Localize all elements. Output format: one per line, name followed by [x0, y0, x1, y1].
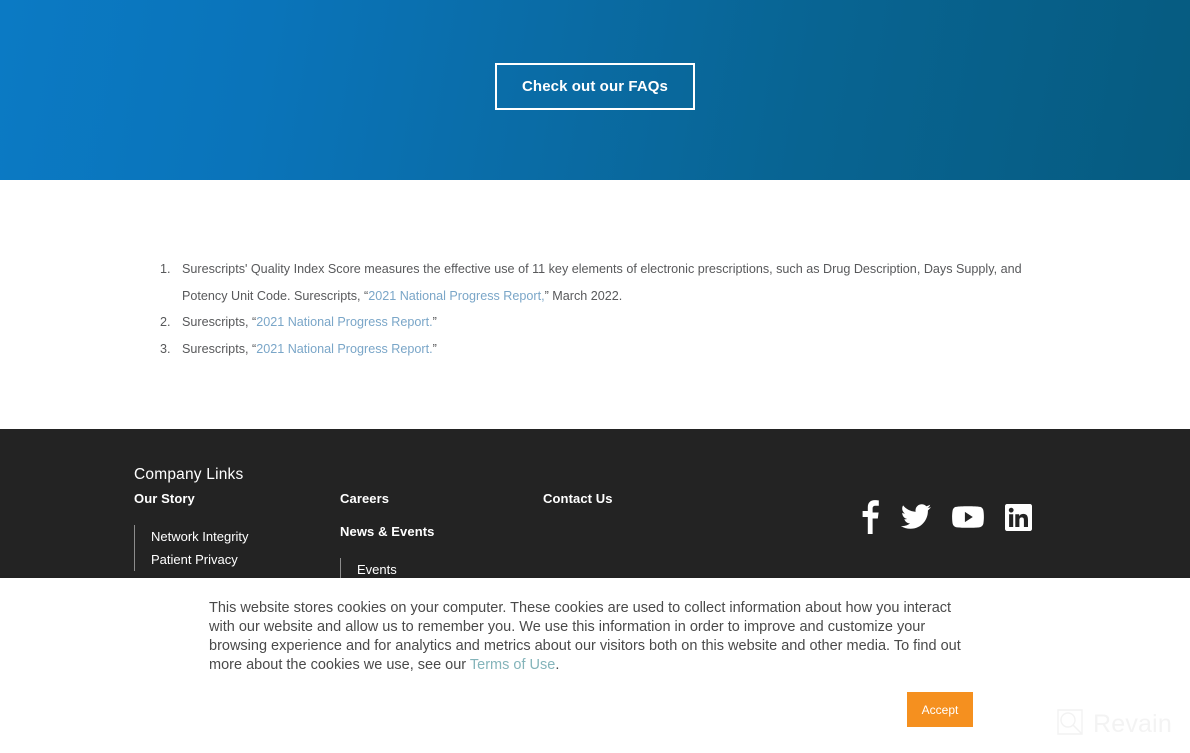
accept-cookies-button[interactable]: Accept — [907, 692, 973, 727]
youtube-icon — [952, 505, 984, 529]
terms-of-use-link[interactable]: Terms of Use — [470, 657, 555, 673]
footer-column-contact: Contact Us — [543, 491, 743, 507]
revain-watermark-text: Revain — [1093, 710, 1173, 738]
footer-link-news-and-events[interactable]: News & Events — [340, 524, 540, 540]
youtube-link[interactable] — [952, 505, 984, 529]
footnote-number: 2. — [160, 315, 171, 329]
revain-logo-icon — [1055, 707, 1085, 742]
cookie-consent-banner: This website stores cookies on your comp… — [0, 578, 1190, 753]
footnote-text: Surescripts, “ — [182, 315, 257, 329]
footer-social-links — [858, 500, 1032, 534]
company-links-title: Company Links — [134, 466, 244, 483]
linkedin-icon — [1005, 503, 1032, 531]
linkedin-link[interactable] — [1005, 503, 1032, 531]
footer-link-our-story[interactable]: Our Story — [134, 491, 334, 507]
footnote-text-tail: ” — [432, 341, 437, 356]
footer-link-network-integrity[interactable]: Network Integrity — [151, 525, 334, 548]
footnote-item: 2. Surescripts, “2021 National Progress R… — [158, 309, 1048, 336]
cookie-text-tail: . — [555, 657, 560, 673]
footnote-link[interactable]: 2021 National Progress Report. — [256, 315, 432, 329]
footnotes-section: 1. Surescripts' Quality Index Score measu… — [0, 180, 1190, 429]
footer-column-our-story: Our Story Network Integrity Patient Priv… — [134, 491, 334, 571]
footnotes-list: 1. Surescripts' Quality Index Score measu… — [158, 256, 1048, 362]
footnote-link[interactable]: 2021 National Progress Report. — [256, 342, 432, 356]
footer-link-contact-us[interactable]: Contact Us — [543, 491, 743, 507]
footnote-number: 1. — [160, 262, 171, 276]
footer-column-careers-news: Careers News & Events Events — [340, 491, 540, 581]
footer-link-patient-privacy[interactable]: Patient Privacy — [151, 548, 334, 571]
facebook-link[interactable] — [858, 500, 880, 534]
cookie-text-body: This website stores cookies on your comp… — [209, 600, 961, 673]
footer-link-careers[interactable]: Careers — [340, 491, 540, 507]
cookie-banner-text: This website stores cookies on your comp… — [209, 599, 979, 675]
footnote-item: 3. Surescripts, “2021 National Progress R… — [158, 336, 1048, 363]
footnote-text: Surescripts, “ — [182, 341, 257, 356]
footnote-text-tail: ” — [432, 315, 437, 329]
footnote-number: 3. — [160, 341, 171, 356]
twitter-icon — [901, 502, 931, 532]
footnote-link[interactable]: 2021 National Progress Report, — [368, 289, 544, 303]
footer-subnav-our-story: Network Integrity Patient Privacy — [134, 525, 334, 571]
footnote-text-tail: ” March 2022. — [544, 288, 623, 303]
check-out-faqs-button[interactable]: Check out our FAQs — [495, 63, 695, 110]
footnote-item: 1. Surescripts' Quality Index Score measu… — [158, 256, 1048, 309]
hero-band: Check out our FAQs — [0, 0, 1190, 180]
facebook-icon — [858, 500, 880, 534]
revain-watermark: Revain — [1055, 707, 1172, 742]
twitter-link[interactable] — [901, 502, 931, 532]
